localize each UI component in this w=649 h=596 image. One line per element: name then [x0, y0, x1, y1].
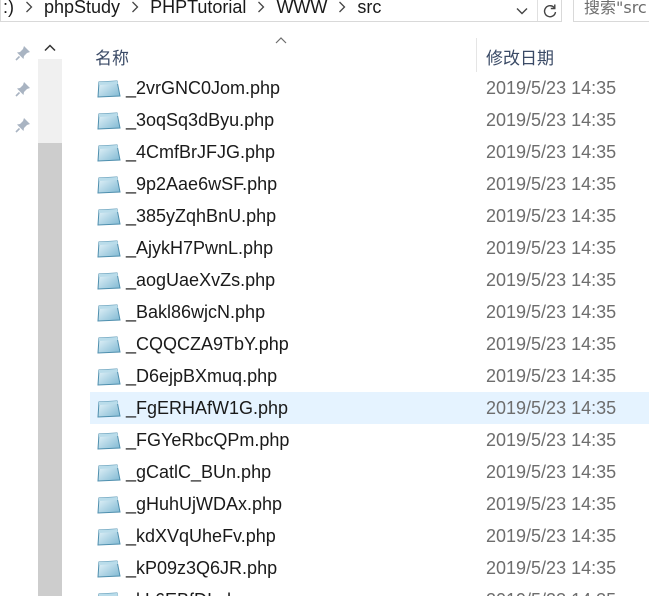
file-row[interactable]: _kP09z3Q6JR.php 2019/5/23 14:35 — [90, 552, 649, 584]
file-date-modified: 2019/5/23 14:35 — [486, 206, 617, 226]
file-date-modified: 2019/5/23 14:35 — [486, 462, 617, 482]
column-header: 名称 修改日期 — [64, 35, 649, 73]
file-date-modified: 2019/5/23 14:35 — [486, 590, 616, 596]
file-name[interactable]: _D6ejpBXmuq.php — [126, 366, 277, 387]
file-row[interactable]: _2vrGNC0Jom.php 2019/5/23 14:35 — [90, 72, 649, 104]
breadcrumb-src[interactable]: src — [355, 0, 383, 18]
file-date-modified: 2019/5/23 14:35 — [486, 334, 617, 354]
file-name[interactable]: _gHuhUjWDAx.php — [126, 494, 282, 515]
column-divider[interactable] — [476, 38, 477, 72]
chevron-up-icon — [44, 44, 56, 52]
file-date-modified: 2019/5/23 14:35 — [486, 302, 617, 322]
php-file-icon — [96, 496, 122, 514]
php-file-icon — [96, 112, 122, 130]
file-name[interactable]: _gCatlC_BUn.php — [126, 462, 271, 483]
file-name[interactable]: _aogUaeXvZs.php — [126, 270, 275, 291]
php-file-icon — [96, 176, 122, 194]
php-file-icon — [96, 528, 122, 546]
breadcrumb-phptutorial[interactable]: PHPTutorial — [148, 0, 248, 18]
file-name[interactable]: _3oqSq3dByu.php — [126, 110, 274, 131]
file-row[interactable]: _gHuhUjWDAx.php 2019/5/23 14:35 — [90, 488, 649, 520]
breadcrumb-phpstudy[interactable]: phpStudy — [42, 0, 122, 18]
php-file-icon — [96, 432, 122, 450]
php-file-icon — [96, 560, 122, 578]
address-bar[interactable]: :) phpStudy PHPTutorial WWW src — [0, 0, 562, 22]
scroll-up-button[interactable] — [38, 37, 62, 59]
file-row[interactable]: _D6ejpBXmuq.php 2019/5/23 14:35 — [90, 360, 649, 392]
chevron-right-icon[interactable] — [16, 1, 42, 13]
file-row[interactable]: _Bakl86wjcN.php 2019/5/23 14:35 — [90, 296, 649, 328]
chevron-down-icon[interactable] — [509, 0, 535, 21]
search-input[interactable] — [574, 0, 649, 18]
php-file-icon — [96, 400, 122, 418]
breadcrumb-drive[interactable]: :) — [1, 0, 16, 18]
breadcrumb-www[interactable]: WWW — [274, 0, 329, 18]
file-date-modified: 2019/5/23 14:35 — [486, 174, 617, 194]
file-name[interactable]: _4CmfBrJFJG.php — [126, 142, 275, 163]
file-date-modified: 2019/5/23 14:35 — [486, 238, 617, 258]
file-name[interactable]: _FgERHAfW1G.php — [126, 398, 288, 419]
file-name[interactable]: _kP09z3Q6JR.php — [126, 558, 277, 579]
file-date-modified: 2019/5/23 14:35 — [486, 78, 617, 98]
file-date-modified: 2019/5/23 14:35 — [486, 270, 617, 290]
breadcrumb: :) phpStudy PHPTutorial WWW src — [1, 0, 383, 18]
chevron-right-icon[interactable] — [248, 1, 274, 13]
file-date-modified: 2019/5/23 14:35 — [486, 430, 617, 450]
pin-icon[interactable] — [14, 80, 32, 98]
refresh-icon[interactable] — [537, 0, 562, 21]
file-date-modified: 2019/5/23 14:35 — [486, 494, 617, 514]
file-row[interactable]: _FgERHAfW1G.php 2019/5/23 14:35 — [90, 392, 649, 424]
file-row[interactable]: _kL6EBfDI.php 2019/5/23 14:35 — [90, 584, 649, 596]
file-date-modified: 2019/5/23 14:35 — [486, 526, 617, 546]
file-name[interactable]: _9p2Aae6wSF.php — [126, 174, 277, 195]
chevron-right-icon[interactable] — [122, 1, 148, 13]
php-file-icon — [96, 304, 122, 322]
file-row[interactable]: _3oqSq3dByu.php 2019/5/23 14:35 — [90, 104, 649, 136]
file-row[interactable]: _kdXVqUheFv.php 2019/5/23 14:35 — [90, 520, 649, 552]
php-file-icon — [96, 592, 122, 596]
column-name-header[interactable]: 名称 — [95, 44, 129, 69]
file-name[interactable]: _2vrGNC0Jom.php — [126, 78, 280, 99]
php-file-icon — [96, 208, 122, 226]
file-row[interactable]: _9p2Aae6wSF.php 2019/5/23 14:35 — [90, 168, 649, 200]
file-row[interactable]: _gCatlC_BUn.php 2019/5/23 14:35 — [90, 456, 649, 488]
file-row[interactable]: _4CmfBrJFJG.php 2019/5/23 14:35 — [90, 136, 649, 168]
file-date-modified: 2019/5/23 14:35 — [486, 142, 617, 162]
php-file-icon — [96, 144, 122, 162]
file-row[interactable]: _aogUaeXvZs.php 2019/5/23 14:35 — [90, 264, 649, 296]
pin-icon[interactable] — [14, 44, 32, 62]
php-file-icon — [96, 336, 122, 354]
file-name[interactable]: _Bakl86wjcN.php — [126, 302, 265, 323]
php-file-icon — [96, 464, 122, 482]
file-name[interactable]: _AjykH7PwnL.php — [126, 238, 273, 259]
file-date-modified: 2019/5/23 14:35 — [486, 398, 617, 418]
file-date-modified: 2019/5/23 14:35 — [486, 366, 617, 386]
file-name[interactable]: _CQQCZA9TbY.php — [126, 334, 289, 355]
file-date-modified: 2019/5/23 14:35 — [486, 558, 617, 578]
file-name[interactable]: _FGYeRbcQPm.php — [126, 430, 289, 451]
navigation-pane — [0, 35, 63, 596]
column-date-header[interactable]: 修改日期 — [486, 44, 554, 69]
file-name[interactable]: _kL6EBfDI.php — [126, 590, 247, 596]
file-name[interactable]: _kdXVqUheFv.php — [126, 526, 276, 547]
pin-icon[interactable] — [14, 116, 32, 134]
file-name[interactable]: _385yZqhBnU.php — [126, 206, 276, 227]
php-file-icon — [96, 80, 122, 98]
scrollbar-thumb[interactable] — [38, 143, 62, 596]
file-row[interactable]: _AjykH7PwnL.php 2019/5/23 14:35 — [90, 232, 649, 264]
php-file-icon — [96, 272, 122, 290]
file-row[interactable]: _FGYeRbcQPm.php 2019/5/23 14:35 — [90, 424, 649, 456]
file-row[interactable]: _385yZqhBnU.php 2019/5/23 14:35 — [90, 200, 649, 232]
file-list: _2vrGNC0Jom.php 2019/5/23 14:35 _3oqSq3dBy… — [90, 72, 649, 596]
php-file-icon — [96, 240, 122, 258]
file-date-modified: 2019/5/23 14:35 — [486, 110, 617, 130]
file-row[interactable]: _CQQCZA9TbY.php 2019/5/23 14:35 — [90, 328, 649, 360]
chevron-right-icon[interactable] — [329, 1, 355, 13]
search-box[interactable] — [573, 0, 649, 22]
php-file-icon — [96, 368, 122, 386]
